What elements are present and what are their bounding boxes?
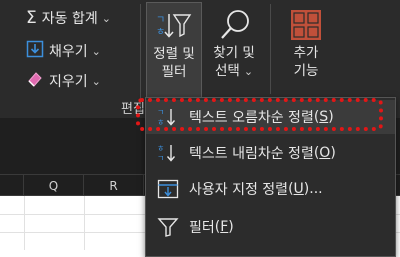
- col-gridline: [24, 196, 25, 250]
- ribbon-separator: [270, 4, 271, 94]
- fill-button[interactable]: 채우기 ⌄: [26, 40, 101, 62]
- column-header-r[interactable]: R: [84, 175, 144, 197]
- fill-label: 채우기: [49, 44, 88, 60]
- access-key: F: [220, 219, 229, 235]
- chevron-down-icon: ⌄: [101, 11, 111, 25]
- autosum-label: 자동 합계: [41, 11, 98, 27]
- sort-az-icon: ㄱ ㅎ: [157, 106, 179, 128]
- menu-label: 텍스트 내림차순 정렬: [189, 146, 314, 162]
- find-select-label-2: 선택: [214, 63, 240, 79]
- find-select-label-1: 찾기 및: [213, 45, 255, 61]
- chevron-down-icon: ⌄: [91, 74, 101, 88]
- chevron-down-icon: ⌄: [91, 44, 101, 58]
- sort-za-icon: ㅎ ㄱ: [157, 142, 179, 164]
- column-header[interactable]: [0, 175, 24, 197]
- eraser-icon: [26, 70, 44, 92]
- custom-sort-icon: [157, 178, 179, 200]
- col-gridline: [84, 196, 85, 250]
- access-key: U: [293, 181, 304, 197]
- chevron-down-icon: ⌄: [243, 65, 254, 78]
- funnel-icon: [157, 216, 179, 238]
- menu-suffix: ...: [309, 181, 323, 197]
- fill-down-icon: [26, 40, 44, 62]
- sort-filter-label-1: 정렬 및: [153, 46, 195, 62]
- menu-item-sort-descending[interactable]: ㅎ ㄱ 텍스트 내림차순 정렬 (O): [146, 136, 395, 170]
- menu-label: 필터: [189, 220, 215, 236]
- svg-text:ㄱ: ㄱ: [157, 108, 164, 117]
- menu-item-sort-ascending[interactable]: ㄱ ㅎ 텍스트 오름차순 정렬 (S): [146, 100, 395, 134]
- access-key: O: [319, 145, 331, 161]
- clear-label: 지우기: [49, 74, 88, 90]
- sort-filter-icon: ㄱ ㅎ: [154, 9, 194, 43]
- svg-text:ㄱ: ㄱ: [156, 15, 165, 26]
- sort-filter-menu: ㄱ ㅎ 텍스트 오름차순 정렬 (S) ㅎ ㄱ 텍스트 내림차순 정렬 (O): [145, 97, 396, 257]
- clear-button[interactable]: 지우기 ⌄: [26, 70, 101, 92]
- sort-filter-label-2: 필터: [161, 64, 187, 80]
- menu-label: 텍스트 오름차순 정렬: [189, 110, 314, 126]
- column-header-q[interactable]: Q: [24, 175, 84, 197]
- addins-label-2: 기능: [293, 63, 319, 79]
- svg-text:ㄱ: ㄱ: [157, 154, 164, 163]
- find-select-button[interactable]: 찾기 및 선택 ⌄: [204, 2, 264, 98]
- menu-item-filter[interactable]: 필터 (F): [146, 210, 395, 244]
- access-key: S: [319, 109, 329, 125]
- ribbon-separator: [140, 4, 141, 110]
- menu-item-custom-sort[interactable]: 사용자 지정 정렬 (U)...: [146, 172, 395, 206]
- svg-text:ㅎ: ㅎ: [157, 144, 164, 153]
- svg-text:ㅎ: ㅎ: [156, 27, 165, 38]
- addins-label-1: 추가: [293, 45, 319, 61]
- addins-button[interactable]: 추가 기능: [276, 2, 336, 98]
- sigma-icon: Σ: [26, 8, 37, 28]
- autosum-button[interactable]: Σ 자동 합계 ⌄: [26, 8, 111, 28]
- sort-filter-button[interactable]: ㄱ ㅎ 정렬 및 필터: [146, 2, 202, 98]
- svg-text:ㅎ: ㅎ: [157, 118, 164, 127]
- menu-label: 사용자 지정 정렬: [189, 182, 289, 198]
- addins-grid-icon: [289, 8, 323, 42]
- magnifier-icon: [214, 8, 254, 42]
- editing-group-label: 편집: [121, 102, 145, 117]
